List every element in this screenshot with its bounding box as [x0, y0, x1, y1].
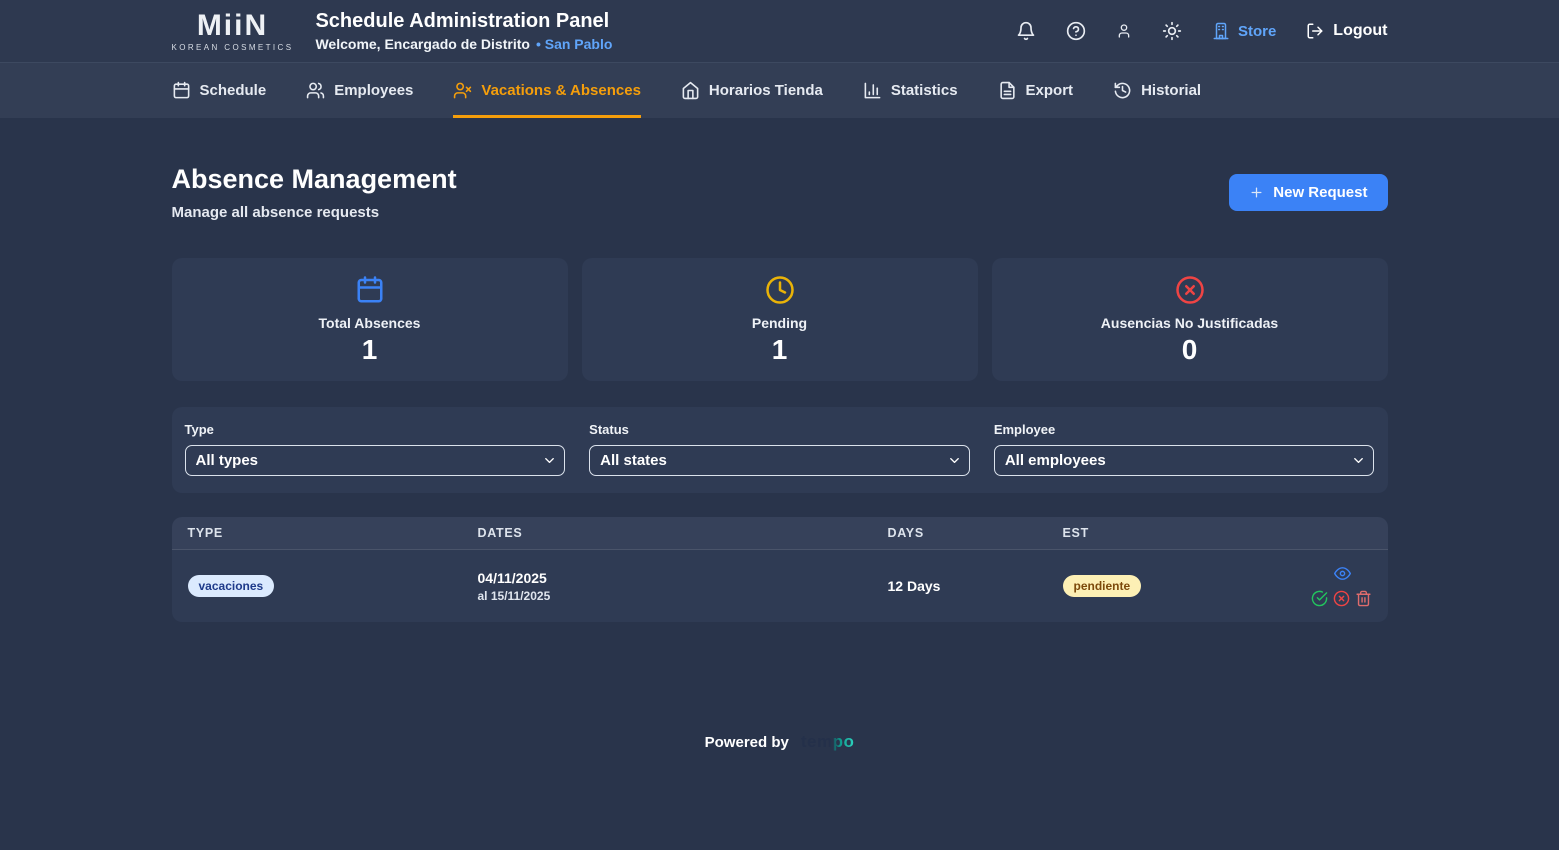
clock-icon [765, 275, 795, 305]
trash-icon[interactable] [1355, 590, 1372, 607]
type-badge: vacaciones [188, 575, 275, 597]
status-select[interactable]: All states [589, 445, 970, 476]
date-end: al 15/11/2025 [478, 589, 888, 603]
col-dates: DATES [478, 526, 888, 540]
page-subtitle: Manage all absence requests [172, 204, 457, 221]
logo-wordmark: MiiN [197, 11, 268, 41]
filter-type-label: Type [185, 422, 566, 437]
stat-label: Ausencias No Justificadas [1101, 315, 1278, 331]
status-cell: pendiente [1063, 575, 1288, 597]
app-title-block: Schedule Administration Panel Welcome, E… [315, 10, 612, 52]
brand-block: MiiN KOREAN COSMETICS Schedule Administr… [172, 10, 613, 52]
tab-label: Horarios Tienda [709, 82, 823, 99]
table-row: vacaciones 04/11/2025 al 15/11/2025 12 D… [172, 550, 1388, 622]
stat-value: 1 [362, 336, 378, 364]
filter-status: Status All states [589, 422, 970, 476]
new-request-label: New Request [1273, 184, 1367, 201]
filters-panel: Type All types Status All states Employe… [172, 407, 1388, 493]
filter-employee: Employee All employees [994, 422, 1375, 476]
users-icon [306, 81, 325, 100]
powered-by-text: Powered by [705, 734, 789, 751]
filter-type: Type All types [185, 422, 566, 476]
stat-card-total-absences: Total Absences 1 [172, 258, 568, 381]
page-head: Absence Management Manage all absence re… [172, 164, 1388, 221]
logout-icon [1306, 22, 1324, 40]
type-select[interactable]: All types [185, 445, 566, 476]
stat-card-unjustified: Ausencias No Justificadas 0 [992, 258, 1388, 381]
tab-vacations-absences[interactable]: Vacations & Absences [453, 63, 641, 118]
filter-status-label: Status [589, 422, 970, 437]
main-content: Absence Management Manage all absence re… [172, 118, 1388, 752]
stats-row: Total Absences 1 Pending 1 Ausencias No … [172, 258, 1388, 381]
tab-employees[interactable]: Employees [306, 63, 413, 118]
stat-label: Pending [752, 315, 807, 331]
stat-value: 1 [772, 336, 788, 364]
tab-export[interactable]: Export [998, 63, 1074, 118]
tab-historial[interactable]: Historial [1113, 63, 1201, 118]
building-icon [1212, 22, 1230, 40]
plus-icon [1249, 185, 1264, 200]
date-start: 04/11/2025 [478, 570, 888, 586]
welcome-text: Welcome, Encargado de Distrito [315, 36, 529, 52]
col-days: DAYS [888, 526, 1063, 540]
stat-card-pending: Pending 1 [582, 258, 978, 381]
file-text-icon [998, 81, 1017, 100]
logo-subtitle: KOREAN COSMETICS [172, 44, 294, 52]
store-name-badge: • San Pablo [536, 36, 612, 52]
tempo-logo: tempo [801, 732, 855, 752]
calendar-icon [172, 81, 191, 100]
history-icon [1113, 81, 1132, 100]
col-type: TYPE [188, 526, 478, 540]
tab-statistics[interactable]: Statistics [863, 63, 958, 118]
table-header-row: TYPE DATES DAYS EST [172, 517, 1388, 550]
status-badge: pendiente [1063, 575, 1142, 597]
dates-cell: 04/11/2025 al 15/11/2025 [478, 570, 888, 603]
user-icon[interactable] [1116, 23, 1132, 39]
new-request-button[interactable]: New Request [1229, 174, 1387, 211]
bar-chart-icon [863, 81, 882, 100]
employee-select[interactable]: All employees [994, 445, 1375, 476]
tab-label: Export [1026, 82, 1074, 99]
header-actions: Store Logout [1016, 21, 1388, 41]
page-title-block: Absence Management Manage all absence re… [172, 164, 457, 221]
top-header: MiiN KOREAN COSMETICS Schedule Administr… [0, 0, 1559, 62]
footer: Powered by tempo [172, 732, 1388, 752]
tab-schedule[interactable]: Schedule [172, 63, 267, 118]
welcome-line: Welcome, Encargado de Distrito • San Pabl… [315, 36, 612, 52]
tab-label: Vacations & Absences [481, 82, 641, 99]
home-icon [681, 81, 700, 100]
user-x-icon [453, 81, 472, 100]
store-label: Store [1238, 23, 1276, 40]
miin-logo: MiiN KOREAN COSMETICS [172, 11, 294, 52]
col-est: EST [1063, 526, 1288, 540]
actions-cell [1288, 565, 1372, 607]
stat-label: Total Absences [319, 315, 421, 331]
type-cell: vacaciones [188, 575, 478, 597]
days-cell: 12 Days [888, 578, 1063, 594]
stat-value: 0 [1182, 336, 1198, 364]
tab-label: Schedule [200, 82, 267, 99]
calendar-icon [355, 275, 385, 305]
absences-table: TYPE DATES DAYS EST vacaciones 04/11/202… [172, 517, 1388, 622]
main-nav: Schedule Employees Vacations & Absences … [0, 62, 1559, 118]
eye-icon[interactable] [1334, 565, 1351, 582]
store-button[interactable]: Store [1212, 22, 1276, 40]
tab-label: Historial [1141, 82, 1201, 99]
logout-label: Logout [1333, 22, 1387, 40]
page-title: Absence Management [172, 164, 457, 195]
app-title: Schedule Administration Panel [315, 10, 612, 33]
approve-check-circle-icon[interactable] [1311, 590, 1328, 607]
filter-employee-label: Employee [994, 422, 1375, 437]
tab-label: Employees [334, 82, 413, 99]
reject-x-circle-icon[interactable] [1333, 590, 1350, 607]
tab-label: Statistics [891, 82, 958, 99]
bell-icon[interactable] [1016, 21, 1036, 41]
logout-button[interactable]: Logout [1306, 22, 1387, 40]
x-circle-icon [1175, 275, 1205, 305]
tab-horarios-tienda[interactable]: Horarios Tienda [681, 63, 823, 118]
theme-sun-icon[interactable] [1162, 21, 1182, 41]
help-icon[interactable] [1066, 21, 1086, 41]
